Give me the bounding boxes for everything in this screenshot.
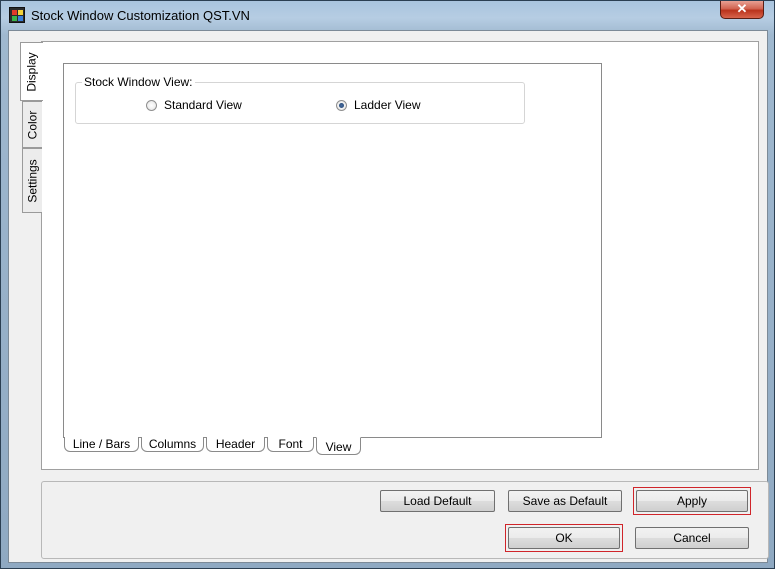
tab-font-label: Font bbox=[278, 437, 303, 451]
client-area: Display Color Settings Stock Window View… bbox=[8, 30, 769, 563]
group-label: Stock Window View: bbox=[82, 75, 195, 89]
tab-settings[interactable]: Settings bbox=[22, 148, 42, 213]
apply-button[interactable]: Apply bbox=[636, 490, 748, 512]
tab-display-label: Display bbox=[25, 51, 40, 92]
tab-header[interactable]: Header bbox=[206, 437, 265, 452]
radio-circle-ladder[interactable] bbox=[336, 99, 347, 111]
tab-line-bars-label: Line / Bars bbox=[72, 437, 131, 451]
window-title: Stock Window Customization QST.VN bbox=[31, 8, 250, 23]
close-icon: ✕ bbox=[736, 1, 748, 16]
view-tab-panel: Stock Window View: Standard View Ladder … bbox=[63, 63, 602, 438]
tab-header-label: Header bbox=[215, 437, 256, 451]
radio-ladder-view[interactable]: Ladder View bbox=[336, 98, 421, 112]
dialog-window: Stock Window Customization QST.VN ✕ Disp… bbox=[0, 0, 775, 569]
tab-columns[interactable]: Columns bbox=[141, 437, 204, 452]
tab-settings-label: Settings bbox=[25, 158, 40, 203]
tab-view-label: View bbox=[325, 440, 352, 454]
ok-button[interactable]: OK bbox=[508, 527, 620, 549]
tab-line-bars[interactable]: Line / Bars bbox=[64, 437, 139, 452]
tab-color-label: Color bbox=[25, 110, 40, 139]
app-icon bbox=[9, 7, 25, 23]
title-bar[interactable]: Stock Window Customization QST.VN ✕ bbox=[1, 1, 774, 29]
radio-circle-standard[interactable] bbox=[146, 99, 157, 111]
close-button[interactable]: ✕ bbox=[720, 1, 764, 19]
stock-window-view-group: Stock Window View: Standard View Ladder … bbox=[75, 75, 525, 124]
radio-standard-view[interactable]: Standard View bbox=[146, 98, 242, 112]
tab-color[interactable]: Color bbox=[22, 101, 42, 148]
cancel-button[interactable]: Cancel bbox=[635, 527, 749, 549]
save-as-default-button[interactable]: Save as Default bbox=[508, 490, 622, 512]
tab-font[interactable]: Font bbox=[267, 437, 314, 452]
radio-standard-label: Standard View bbox=[164, 98, 242, 112]
radio-ladder-label: Ladder View bbox=[354, 98, 421, 112]
tab-display[interactable]: Display bbox=[20, 42, 43, 101]
load-default-button[interactable]: Load Default bbox=[380, 490, 495, 512]
tab-view[interactable]: View bbox=[316, 437, 361, 455]
tab-columns-label: Columns bbox=[148, 437, 197, 451]
